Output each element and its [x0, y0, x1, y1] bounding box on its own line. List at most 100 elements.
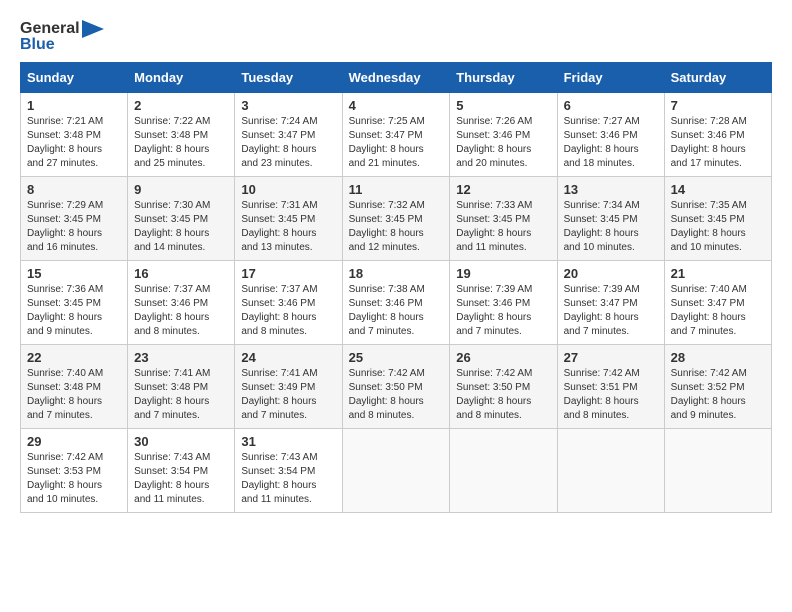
calendar-cell: 29 Sunrise: 7:42 AM Sunset: 3:53 PM Dayli…	[21, 429, 128, 513]
day-number: 16	[134, 266, 228, 281]
day-details: Sunrise: 7:42 AM Sunset: 3:50 PM Dayligh…	[349, 367, 444, 423]
day-number: 15	[27, 266, 121, 281]
calendar-cell	[342, 429, 450, 513]
day-number: 23	[134, 350, 228, 365]
day-details: Sunrise: 7:41 AM Sunset: 3:49 PM Dayligh…	[241, 367, 335, 423]
calendar-cell: 20 Sunrise: 7:39 AM Sunset: 3:47 PM Dayli…	[557, 261, 664, 345]
calendar-cell: 8 Sunrise: 7:29 AM Sunset: 3:45 PM Daylig…	[21, 177, 128, 261]
day-details: Sunrise: 7:32 AM Sunset: 3:45 PM Dayligh…	[349, 199, 444, 255]
day-details: Sunrise: 7:24 AM Sunset: 3:47 PM Dayligh…	[241, 115, 335, 171]
weekday-header: Saturday	[664, 63, 771, 93]
calendar-week-row: 15Sunrise: 7:36 AM Sunset: 3:45 PM Dayli…	[21, 261, 772, 345]
calendar-cell: 2Sunrise: 7:22 AM Sunset: 3:48 PM Daylig…	[128, 93, 235, 177]
calendar-cell: 28Sunrise: 7:42 AM Sunset: 3:52 PM Dayli…	[664, 345, 771, 429]
calendar-cell: 12 Sunrise: 7:33 AM Sunset: 3:45 PM Dayli…	[450, 177, 557, 261]
calendar-week-row: 1Sunrise: 7:21 AM Sunset: 3:48 PM Daylig…	[21, 93, 772, 177]
day-number: 4	[349, 98, 444, 113]
day-details: Sunrise: 7:43 AM Sunset: 3:54 PM Dayligh…	[134, 451, 228, 507]
calendar-cell: 23 Sunrise: 7:41 AM Sunset: 3:48 PM Dayli…	[128, 345, 235, 429]
calendar-cell: 27 Sunrise: 7:42 AM Sunset: 3:51 PM Dayli…	[557, 345, 664, 429]
calendar-week-row: 29 Sunrise: 7:42 AM Sunset: 3:53 PM Dayli…	[21, 429, 772, 513]
day-number: 20	[564, 266, 658, 281]
weekday-header: Monday	[128, 63, 235, 93]
day-details: Sunrise: 7:42 AM Sunset: 3:52 PM Dayligh…	[671, 367, 765, 423]
day-number: 10	[241, 182, 335, 197]
day-details: Sunrise: 7:31 AM Sunset: 3:45 PM Dayligh…	[241, 199, 335, 255]
calendar-cell: 18Sunrise: 7:38 AM Sunset: 3:46 PM Dayli…	[342, 261, 450, 345]
calendar-cell: 22Sunrise: 7:40 AM Sunset: 3:48 PM Dayli…	[21, 345, 128, 429]
calendar-cell	[664, 429, 771, 513]
calendar-cell: 17 Sunrise: 7:37 AM Sunset: 3:46 PM Dayli…	[235, 261, 342, 345]
calendar-cell: 6 Sunrise: 7:27 AM Sunset: 3:46 PM Daylig…	[557, 93, 664, 177]
day-details: Sunrise: 7:30 AM Sunset: 3:45 PM Dayligh…	[134, 199, 228, 255]
calendar-cell: 13 Sunrise: 7:34 AM Sunset: 3:45 PM Dayli…	[557, 177, 664, 261]
day-details: Sunrise: 7:39 AM Sunset: 3:47 PM Dayligh…	[564, 283, 658, 339]
day-details: Sunrise: 7:37 AM Sunset: 3:46 PM Dayligh…	[241, 283, 335, 339]
day-number: 21	[671, 266, 765, 281]
calendar-cell: 31 Sunrise: 7:43 AM Sunset: 3:54 PM Dayli…	[235, 429, 342, 513]
day-number: 12	[456, 182, 550, 197]
day-number: 8	[27, 182, 121, 197]
day-details: Sunrise: 7:39 AM Sunset: 3:46 PM Dayligh…	[456, 283, 550, 339]
calendar-cell: 1Sunrise: 7:21 AM Sunset: 3:48 PM Daylig…	[21, 93, 128, 177]
weekday-header: Tuesday	[235, 63, 342, 93]
day-number: 17	[241, 266, 335, 281]
logo: General Blue	[20, 20, 104, 54]
day-number: 9	[134, 182, 228, 197]
weekday-header: Friday	[557, 63, 664, 93]
day-details: Sunrise: 7:34 AM Sunset: 3:45 PM Dayligh…	[564, 199, 658, 255]
calendar-cell: 15Sunrise: 7:36 AM Sunset: 3:45 PM Dayli…	[21, 261, 128, 345]
day-details: Sunrise: 7:43 AM Sunset: 3:54 PM Dayligh…	[241, 451, 335, 507]
day-number: 13	[564, 182, 658, 197]
calendar-cell: 30 Sunrise: 7:43 AM Sunset: 3:54 PM Dayli…	[128, 429, 235, 513]
calendar-week-row: 8 Sunrise: 7:29 AM Sunset: 3:45 PM Daylig…	[21, 177, 772, 261]
calendar-cell: 19Sunrise: 7:39 AM Sunset: 3:46 PM Dayli…	[450, 261, 557, 345]
logo-blue: Blue	[20, 36, 55, 54]
day-number: 3	[241, 98, 335, 113]
logo-arrow-icon	[82, 20, 104, 38]
day-number: 22	[27, 350, 121, 365]
day-number: 1	[27, 98, 121, 113]
calendar-cell: 24 Sunrise: 7:41 AM Sunset: 3:49 PM Dayli…	[235, 345, 342, 429]
day-details: Sunrise: 7:35 AM Sunset: 3:45 PM Dayligh…	[671, 199, 765, 255]
weekday-header: Sunday	[21, 63, 128, 93]
day-details: Sunrise: 7:41 AM Sunset: 3:48 PM Dayligh…	[134, 367, 228, 423]
calendar-cell: 11 Sunrise: 7:32 AM Sunset: 3:45 PM Dayli…	[342, 177, 450, 261]
calendar-cell: 7Sunrise: 7:28 AM Sunset: 3:46 PM Daylig…	[664, 93, 771, 177]
calendar-header-row: SundayMondayTuesdayWednesdayThursdayFrid…	[21, 63, 772, 93]
weekday-header: Wednesday	[342, 63, 450, 93]
calendar-cell: 25 Sunrise: 7:42 AM Sunset: 3:50 PM Dayli…	[342, 345, 450, 429]
calendar-cell: 4Sunrise: 7:25 AM Sunset: 3:47 PM Daylig…	[342, 93, 450, 177]
day-number: 5	[456, 98, 550, 113]
day-number: 24	[241, 350, 335, 365]
day-details: Sunrise: 7:42 AM Sunset: 3:51 PM Dayligh…	[564, 367, 658, 423]
day-number: 11	[349, 182, 444, 197]
calendar-cell	[557, 429, 664, 513]
calendar-table: SundayMondayTuesdayWednesdayThursdayFrid…	[20, 62, 772, 513]
calendar-cell: 10 Sunrise: 7:31 AM Sunset: 3:45 PM Dayli…	[235, 177, 342, 261]
calendar-cell: 5Sunrise: 7:26 AM Sunset: 3:46 PM Daylig…	[450, 93, 557, 177]
calendar-cell: 14 Sunrise: 7:35 AM Sunset: 3:45 PM Dayli…	[664, 177, 771, 261]
weekday-header: Thursday	[450, 63, 557, 93]
day-number: 25	[349, 350, 444, 365]
day-details: Sunrise: 7:33 AM Sunset: 3:45 PM Dayligh…	[456, 199, 550, 255]
day-number: 2	[134, 98, 228, 113]
day-details: Sunrise: 7:38 AM Sunset: 3:46 PM Dayligh…	[349, 283, 444, 339]
day-number: 6	[564, 98, 658, 113]
day-number: 27	[564, 350, 658, 365]
page-header: General Blue	[20, 20, 772, 54]
day-number: 14	[671, 182, 765, 197]
day-number: 31	[241, 434, 335, 449]
day-details: Sunrise: 7:42 AM Sunset: 3:53 PM Dayligh…	[27, 451, 121, 507]
day-details: Sunrise: 7:27 AM Sunset: 3:46 PM Dayligh…	[564, 115, 658, 171]
calendar-cell: 3 Sunrise: 7:24 AM Sunset: 3:47 PM Daylig…	[235, 93, 342, 177]
day-number: 26	[456, 350, 550, 365]
day-number: 29	[27, 434, 121, 449]
day-number: 7	[671, 98, 765, 113]
day-details: Sunrise: 7:29 AM Sunset: 3:45 PM Dayligh…	[27, 199, 121, 255]
calendar-cell: 26Sunrise: 7:42 AM Sunset: 3:50 PM Dayli…	[450, 345, 557, 429]
calendar-cell: 9 Sunrise: 7:30 AM Sunset: 3:45 PM Daylig…	[128, 177, 235, 261]
calendar-week-row: 22Sunrise: 7:40 AM Sunset: 3:48 PM Dayli…	[21, 345, 772, 429]
day-number: 30	[134, 434, 228, 449]
day-details: Sunrise: 7:40 AM Sunset: 3:47 PM Dayligh…	[671, 283, 765, 339]
